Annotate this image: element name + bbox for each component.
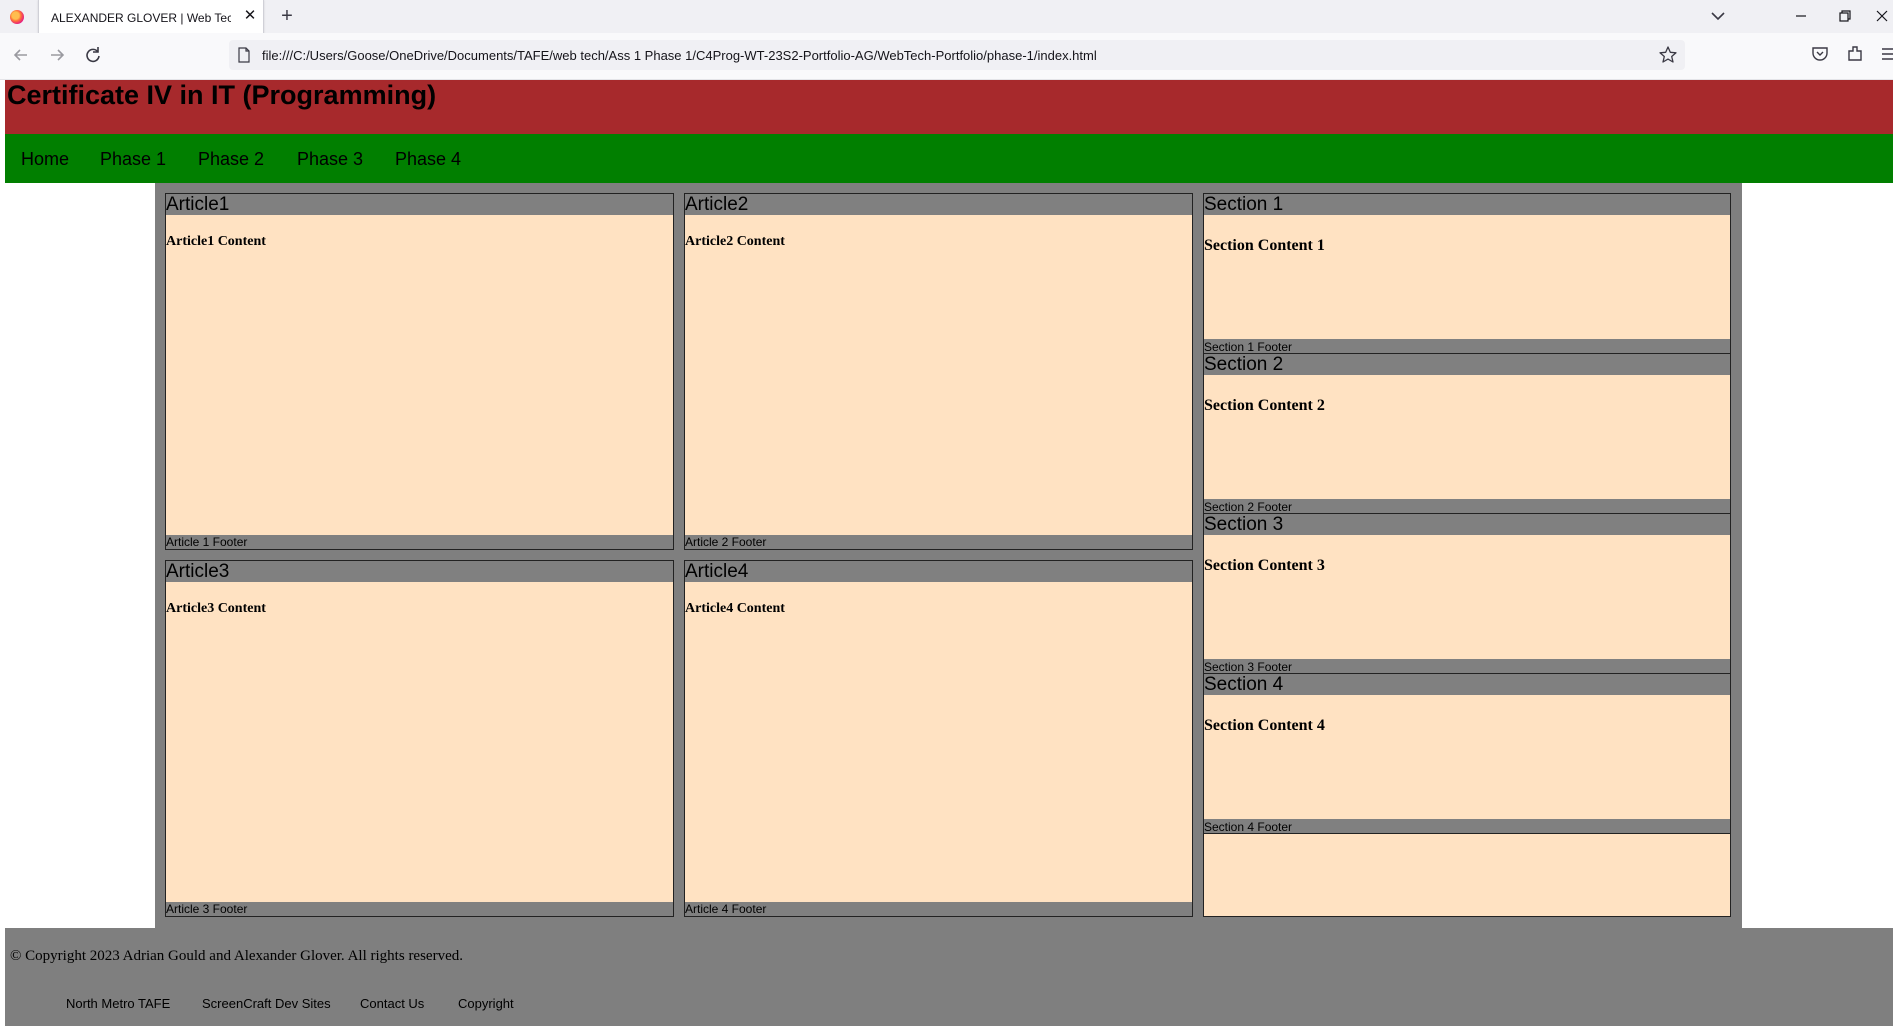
footer-link-contact-us[interactable]: Contact Us [360, 996, 424, 1011]
window-minimize-icon[interactable] [1790, 4, 1812, 28]
firefox-logo-icon [10, 10, 24, 24]
browser-tab-active[interactable]: ALEXANDER GLOVER | Web Tech | C ✕ [38, 0, 264, 34]
reload-icon[interactable] [81, 43, 105, 67]
tab-close-icon[interactable]: ✕ [241, 7, 259, 25]
article-4-content: Article4 Content [685, 601, 785, 616]
article-1: Article1 Article1 Content Article 1 Foot… [165, 193, 674, 550]
article-1-title: Article1 [166, 194, 673, 215]
section-2-footer: Section 2 Footer [1204, 499, 1730, 514]
tab-title: ALEXANDER GLOVER | Web Tech | C [51, 11, 231, 25]
url-text[interactable]: file:///C:/Users/Goose/OneDrive/Document… [262, 48, 1097, 63]
window-close-icon[interactable] [1871, 4, 1893, 28]
nav-link-phase-1[interactable]: Phase 1 [100, 149, 166, 170]
section-3-title: Section 3 [1204, 514, 1730, 535]
nav-link-phase-2[interactable]: Phase 2 [198, 149, 264, 170]
section-3: Section 3 Section Content 3 Section 3 Fo… [1204, 514, 1730, 674]
section-4-content: Section Content 4 [1204, 717, 1325, 734]
pocket-icon[interactable] [1810, 44, 1830, 64]
article-2-title: Article2 [685, 194, 1192, 215]
site-title: Certificate IV in IT (Programming) [7, 80, 437, 110]
page-icon [237, 47, 251, 63]
article-4-title: Article4 [685, 561, 1192, 582]
section-4-title: Section 4 [1204, 674, 1730, 695]
article-1-footer: Article 1 Footer [166, 535, 673, 549]
new-tab-plus-icon[interactable]: + [277, 6, 297, 26]
article-4-footer: Article 4 Footer [685, 902, 1192, 916]
bookmark-star-icon[interactable] [1658, 45, 1678, 65]
article-4: Article4 Article4 Content Article 4 Foot… [684, 560, 1193, 917]
article-3-footer: Article 3 Footer [166, 902, 673, 916]
url-bar[interactable]: file:///C:/Users/Goose/OneDrive/Document… [229, 40, 1685, 70]
section-1-title: Section 1 [1204, 194, 1730, 215]
article-2-footer: Article 2 Footer [685, 535, 1192, 549]
section-1: Section 1 Section Content 1 Section 1 Fo… [1204, 194, 1730, 354]
footer-link-screencraft[interactable]: ScreenCraft Dev Sites [202, 996, 331, 1011]
list-all-tabs-chevron-down-icon[interactable] [1708, 7, 1728, 25]
window-restore-icon[interactable] [1834, 4, 1856, 28]
browser-toolbar: file:///C:/Users/Goose/OneDrive/Document… [0, 33, 1893, 80]
nav-link-phase-4[interactable]: Phase 4 [395, 149, 461, 170]
section-3-content: Section Content 3 [1204, 557, 1325, 574]
site-nav: Home Phase 1 Phase 2 Phase 3 Phase 4 [5, 134, 1893, 183]
extensions-icon[interactable] [1845, 43, 1865, 63]
site-header: Certificate IV in IT (Programming) [5, 80, 1893, 134]
footer-link-north-metro-tafe[interactable]: North Metro TAFE [66, 996, 170, 1011]
article-2: Article2 Article2 Content Article 2 Foot… [684, 193, 1193, 550]
article-3-title: Article3 [166, 561, 673, 582]
section-1-content: Section Content 1 [1204, 237, 1325, 254]
copyright-text: © Copyright 2023 Adrian Gould and Alexan… [10, 948, 463, 964]
site-footer: © Copyright 2023 Adrian Gould and Alexan… [5, 928, 1893, 1026]
section-4-footer: Section 4 Footer [1204, 819, 1730, 834]
forward-arrow-icon[interactable] [45, 43, 69, 67]
sections-column: Section 1 Section Content 1 Section 1 Fo… [1203, 193, 1731, 917]
article-3-content: Article3 Content [166, 601, 266, 616]
nav-link-home[interactable]: Home [21, 149, 69, 170]
article-3: Article3 Article3 Content Article 3 Foot… [165, 560, 674, 917]
section-2-content: Section Content 2 [1204, 397, 1325, 414]
nav-link-phase-3[interactable]: Phase 3 [297, 149, 363, 170]
hamburger-menu-icon[interactable] [1881, 45, 1893, 63]
section-1-footer: Section 1 Footer [1204, 339, 1730, 354]
section-2: Section 2 Section Content 2 Section 2 Fo… [1204, 354, 1730, 514]
section-2-title: Section 2 [1204, 354, 1730, 375]
article-1-content: Article1 Content [166, 234, 266, 249]
article-2-content: Article2 Content [685, 234, 785, 249]
browser-tab-bar: ALEXANDER GLOVER | Web Tech | C ✕ + [0, 0, 1893, 34]
back-arrow-icon[interactable] [9, 43, 33, 67]
section-4: Section 4 Section Content 4 Section 4 Fo… [1204, 674, 1730, 834]
footer-link-copyright[interactable]: Copyright [458, 996, 514, 1011]
section-3-footer: Section 3 Footer [1204, 659, 1730, 674]
